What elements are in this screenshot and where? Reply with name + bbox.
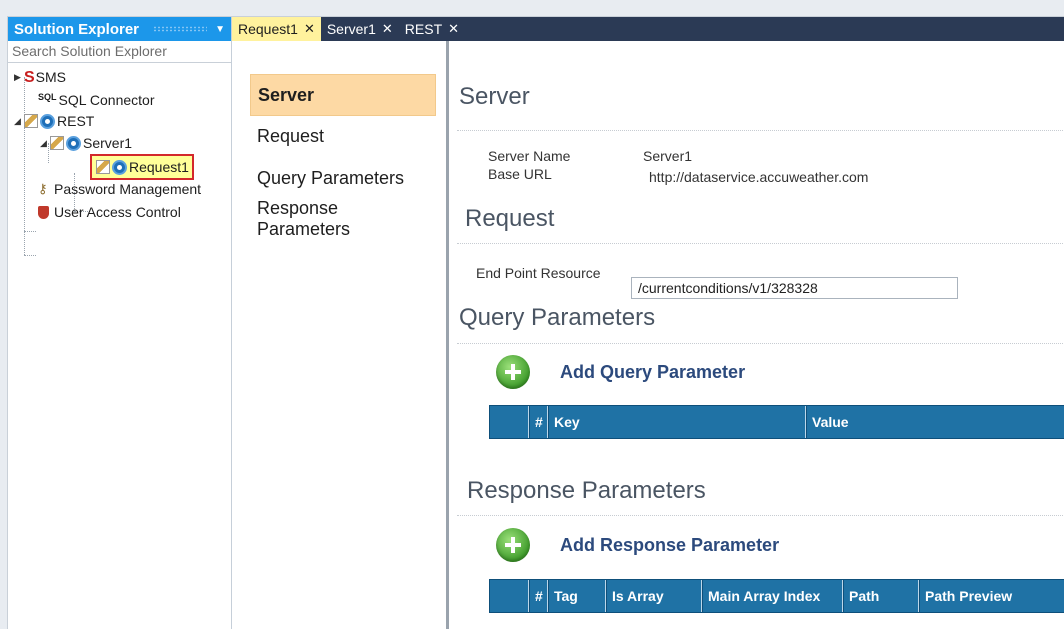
endpoint-input[interactable]: /currentconditions/v1/328328 [631,277,958,299]
response-parameters-grid-header: # Tag Is Array Main Array Index Path Pat… [489,579,1064,613]
tree-item-label: Server1 [83,135,133,151]
column-header-tag[interactable]: Tag [548,580,606,612]
server-name-label: Server Name [488,148,571,164]
drag-grip[interactable] [153,26,208,32]
tree-item-sms[interactable]: ▶ S SMS [14,67,66,87]
column-header-is-array[interactable]: Is Array [606,580,702,612]
solution-explorer-search[interactable]: Search Solution Explorer [8,41,231,63]
column-header-key[interactable]: Key [548,406,806,438]
tree-item-password-management[interactable]: ⚷ Password Management [38,179,201,199]
nav-item-query-parameters[interactable]: Query Parameters [250,157,436,199]
tab-label: Server1 [326,21,376,37]
tree-item-sql-connector[interactable]: SQL SQL Connector [38,90,155,110]
plus-icon [496,528,530,562]
response-parameters-heading: Response Parameters [467,477,706,504]
tree-item-label: SMS [35,69,67,85]
base-url-label: Base URL [488,166,552,182]
close-icon[interactable]: ✕ [382,21,393,37]
sms-logo-icon: S [24,69,35,86]
column-header-number[interactable]: # [529,406,548,438]
nav-item-response-parameters[interactable]: Response Parameters [250,198,436,240]
section-nav: Server Request Query Parameters Response… [232,41,449,629]
divider [457,343,1064,344]
solution-explorer-title: Solution Explorer [14,20,140,38]
tree-line [24,77,25,255]
tab-request1[interactable]: Request1 ✕ [232,17,321,41]
column-header-value[interactable]: Value [806,406,1064,438]
divider [457,515,1064,516]
collapse-arrow-icon[interactable]: ◢ [14,116,24,127]
nav-item-server[interactable]: Server [250,74,436,116]
tree-item-server1[interactable]: ◢ Server1 [40,133,132,153]
column-header [489,580,529,612]
endpoint-label: End Point Resource [476,265,601,281]
sql-icon: SQL [38,92,57,102]
tab-label: REST [404,21,443,37]
divider [457,243,1064,244]
close-icon[interactable]: ✕ [304,21,315,37]
query-parameters-heading: Query Parameters [459,304,656,331]
tab-server1[interactable]: Server1 ✕ [321,17,399,41]
tree-item-user-access-control[interactable]: User Access Control [38,202,181,222]
tree-line [24,231,36,232]
nav-item-request[interactable]: Request [250,115,436,157]
tab-label: Request1 [238,21,298,37]
query-parameters-grid-header: # Key Value [489,405,1064,439]
divider [457,130,1064,131]
add-response-parameter-label: Add Response Parameter [560,534,780,555]
add-query-parameter-label: Add Query Parameter [560,361,746,382]
add-response-parameter-button[interactable]: Add Response Parameter [496,528,779,562]
request-gear-icon [112,159,127,175]
app-window: Solution Explorer ▼ Search Solution Expl… [7,16,1064,629]
tree-item-label: REST [57,113,95,129]
edit-icon [24,114,38,128]
rest-api-icon [40,113,55,129]
column-header [489,406,529,438]
solution-explorer-header: Solution Explorer ▼ [8,17,231,41]
request-heading: Request [465,205,555,232]
column-header-main-array-index[interactable]: Main Array Index [702,580,843,612]
column-header-number[interactable]: # [529,580,548,612]
edit-icon [96,160,110,174]
tree-item-label: User Access Control [54,204,181,220]
expand-arrow-icon[interactable]: ▶ [14,72,24,83]
tree-item-label: Password Management [54,181,202,197]
server-heading: Server [459,83,530,110]
tree-item-label: Request1 [129,159,189,175]
dropdown-arrow-icon[interactable]: ▼ [215,24,225,35]
solution-explorer: Solution Explorer ▼ Search Solution Expl… [8,17,232,629]
shield-icon [38,205,49,219]
tree-item-request1[interactable]: Request1 [90,154,194,180]
tab-rest[interactable]: REST ✕ [399,17,465,41]
edit-icon [50,136,64,150]
tree-line [24,255,36,256]
server-gear-icon [66,135,81,151]
add-query-parameter-button[interactable]: Add Query Parameter [496,355,745,389]
tree-item-label: SQL Connector [58,92,155,108]
base-url-value: http://dataservice.accuweather.com [649,169,869,185]
document-tab-bar: Request1 ✕ Server1 ✕ REST ✕ [232,17,1064,41]
column-header-path[interactable]: Path [843,580,919,612]
column-header-path-preview[interactable]: Path Preview [919,580,1064,612]
plus-icon [496,355,530,389]
server-name-value: Server1 [643,148,693,164]
close-icon[interactable]: ✕ [448,21,459,37]
tree-item-rest[interactable]: ◢ REST [14,111,94,131]
main-content: Server Server Name Server1 Base URL http… [449,41,1064,629]
collapse-arrow-icon[interactable]: ◢ [40,138,50,149]
key-icon: ⚷ [38,181,48,196]
